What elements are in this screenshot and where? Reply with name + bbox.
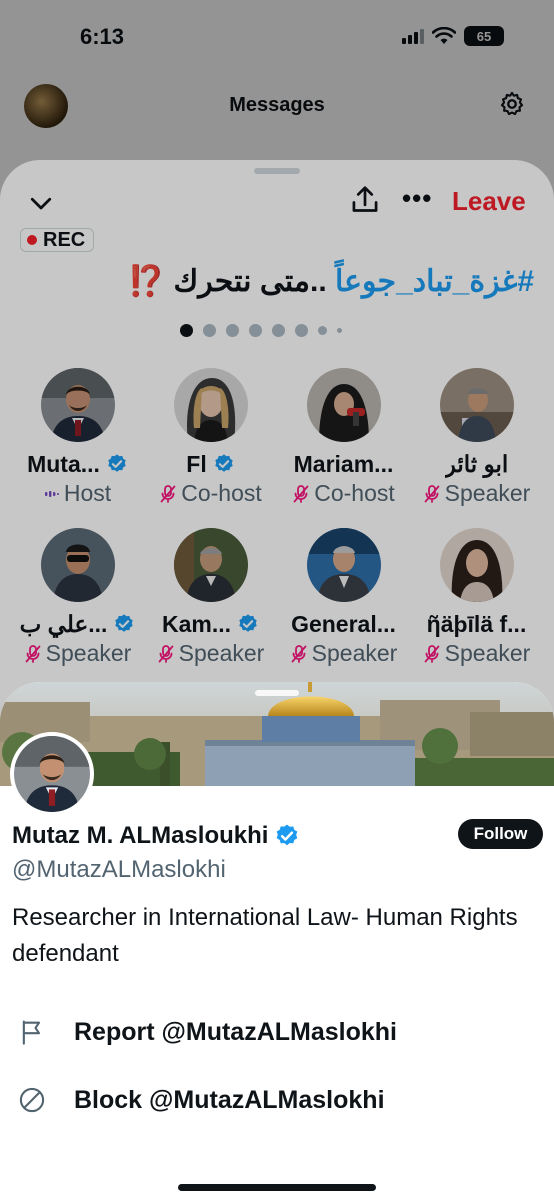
profile-bio: Researcher in International Law- Human R… xyxy=(12,904,518,967)
profile-avatar[interactable] xyxy=(10,732,94,816)
flag-icon xyxy=(22,1020,41,1045)
display-name: Mutaz M. ALMasloukhi xyxy=(12,822,269,849)
profile-card: Follow Mutaz M. ALMasloukhi @MutazALMasl… xyxy=(0,682,554,1200)
display-name-row: Mutaz M. ALMasloukhi xyxy=(12,822,300,850)
home-indicator[interactable] xyxy=(178,1184,376,1191)
follow-button[interactable]: Follow xyxy=(458,819,543,849)
card-drag-handle[interactable] xyxy=(255,690,299,696)
verified-badge-icon xyxy=(277,824,298,846)
block-label: Block @MutazALMaslokhi xyxy=(74,1086,385,1114)
profile-handle: @MutazALMaslokhi xyxy=(12,856,226,883)
report-action[interactable]: Report @MutazALMaslokhi xyxy=(0,1008,554,1056)
block-action[interactable]: Block @MutazALMaslokhi xyxy=(0,1076,554,1124)
report-label: Report @MutazALMaslokhi xyxy=(74,1018,397,1046)
block-icon xyxy=(19,1087,45,1113)
